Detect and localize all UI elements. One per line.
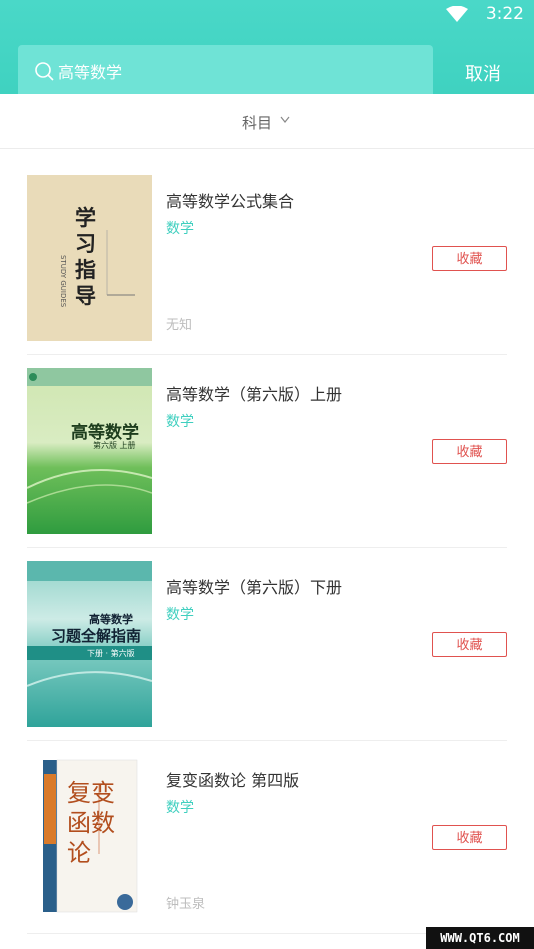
book-list: 学习指导 STUDY GUIDES 高等数学公式集合 数学 收藏 无知 高等数学… xyxy=(0,175,534,947)
cancel-button[interactable]: 取消 xyxy=(465,60,501,86)
book-subject: 数学 xyxy=(166,414,194,430)
favorite-button[interactable]: 收藏 xyxy=(432,439,507,464)
cover-title: 学习指导 xyxy=(75,205,96,308)
book-cover[interactable]: 复变函数论 xyxy=(27,754,152,920)
cover-title: 复变函数论 xyxy=(67,779,115,867)
search-input[interactable]: 高等数学 xyxy=(18,45,433,95)
book-title[interactable]: 复变函数论 第四版 xyxy=(166,767,299,791)
cover-edition: 下册 · 第六版 xyxy=(87,649,135,658)
book-cover[interactable]: 学习指导 STUDY GUIDES xyxy=(27,175,152,341)
filter-bar: 科目 xyxy=(0,94,534,149)
divider xyxy=(27,740,507,741)
book-title[interactable]: 高等数学（第六版）上册 xyxy=(166,381,342,405)
list-item[interactable]: 高等数学 习题全解指南 下册 · 第六版 高等数学（第六版）下册 数学 收藏 xyxy=(0,561,534,754)
search-icon xyxy=(35,62,54,81)
book-subject: 数学 xyxy=(166,221,194,237)
chevron-down-icon[interactable] xyxy=(280,116,290,124)
book-author: 无知 xyxy=(166,318,193,333)
favorite-button[interactable]: 收藏 xyxy=(432,825,507,850)
book-author: 钟玉泉 xyxy=(166,897,206,912)
book-title[interactable]: 高等数学（第六版）下册 xyxy=(166,574,342,598)
book-subject: 数学 xyxy=(166,800,194,816)
status-time: 3:22 xyxy=(485,4,524,24)
search-query: 高等数学 xyxy=(58,63,123,82)
favorite-button[interactable]: 收藏 xyxy=(432,246,507,271)
list-item[interactable]: 复变函数论 复变函数论 第四版 数学 收藏 钟玉泉 xyxy=(0,754,534,947)
book-cover[interactable]: 高等数学 习题全解指南 下册 · 第六版 xyxy=(27,561,152,727)
wifi-icon xyxy=(446,6,468,22)
favorite-button[interactable]: 收藏 xyxy=(432,632,507,657)
divider xyxy=(27,547,507,548)
list-item[interactable]: 高等数学 第六版 上册 高等数学（第六版）上册 数学 收藏 xyxy=(0,368,534,561)
list-item[interactable]: 学习指导 STUDY GUIDES 高等数学公式集合 数学 收藏 无知 xyxy=(0,175,534,368)
status-bar: 3:22 xyxy=(0,0,534,30)
cover-subtitle: 第六版 上册 xyxy=(93,441,136,450)
book-title[interactable]: 高等数学公式集合 xyxy=(166,188,294,212)
divider xyxy=(27,354,507,355)
cover-subtitle: 习题全解指南 xyxy=(51,627,142,645)
book-cover[interactable]: 高等数学 第六版 上册 xyxy=(27,368,152,534)
book-subject: 数学 xyxy=(166,607,194,623)
top-bar: 3:22 高等数学 取消 xyxy=(0,0,534,95)
subject-filter-dropdown[interactable]: 科目 xyxy=(242,112,272,133)
cover-subtitle: STUDY GUIDES xyxy=(59,255,67,308)
watermark: WWW.QT6.COM xyxy=(426,927,534,949)
